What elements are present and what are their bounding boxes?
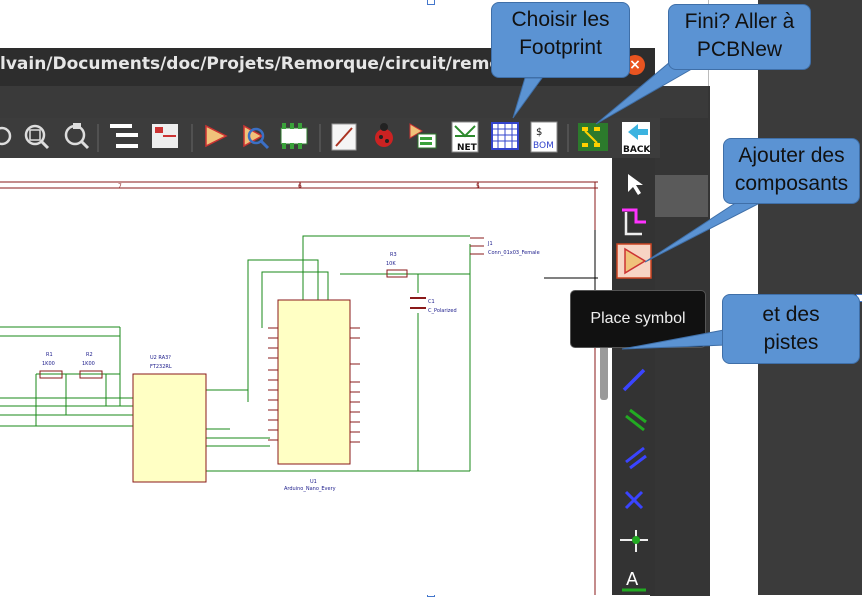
callout-line: Fini? Aller à (684, 10, 795, 33)
callout-line: Footprint (519, 36, 602, 59)
callout-pcbnew: Fini? Aller à PCBNew (668, 4, 811, 70)
callout-line: PCBNew (696, 38, 783, 61)
callout-line: et des (762, 303, 820, 326)
callout-line: Choisir les (511, 8, 610, 31)
callout-components: Ajouter des composants (723, 138, 860, 204)
callout-line: pistes (763, 331, 819, 354)
callout-line: Ajouter des (738, 144, 845, 167)
callout-tracks: et des pistes (722, 294, 860, 364)
callout-footprint: Choisir les Footprint (491, 2, 630, 78)
callout-line: composants (734, 172, 849, 195)
